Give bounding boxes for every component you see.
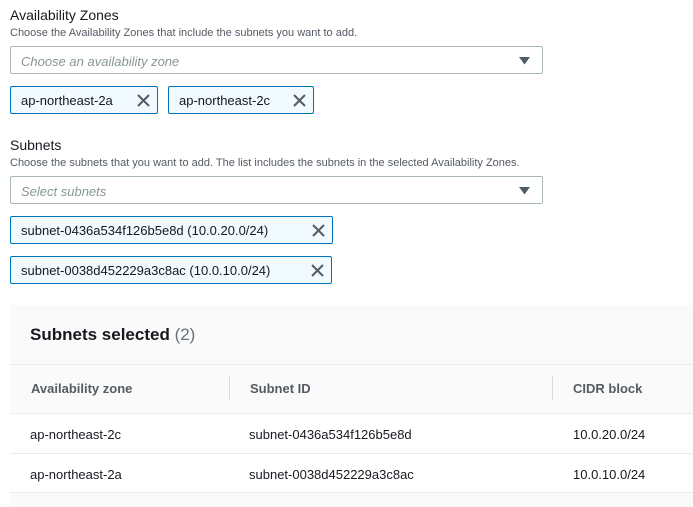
row-divider bbox=[10, 453, 693, 454]
subnets-placeholder: Select subnets bbox=[21, 184, 107, 199]
token-label: subnet-0038d452229a3c8ac (10.0.10.0/24) bbox=[21, 263, 271, 278]
subnets-select[interactable]: Select subnets bbox=[10, 176, 543, 204]
token-label: ap-northeast-2a bbox=[21, 93, 113, 108]
column-header-cidr-block[interactable]: CIDR block bbox=[573, 381, 642, 396]
token-label: subnet-0436a534f126b5e8d (10.0.20.0/24) bbox=[21, 223, 269, 238]
availability-zones-label: Availability Zones bbox=[10, 7, 119, 23]
cell-cidr-block: 10.0.10.0/24 bbox=[573, 467, 646, 482]
panel-count: (2) bbox=[174, 325, 196, 344]
subnets-selected-panel: Subnets selected (2) Availability zone S… bbox=[10, 305, 693, 507]
panel-title-text: Subnets selected bbox=[30, 325, 170, 344]
column-header-subnet-id[interactable]: Subnet ID bbox=[250, 381, 311, 396]
availability-zone-select[interactable]: Choose an availability zone bbox=[10, 46, 543, 74]
subnets-label: Subnets bbox=[10, 137, 62, 153]
availability-zone-placeholder: Choose an availability zone bbox=[21, 54, 180, 69]
column-separator bbox=[229, 376, 230, 400]
cell-availability-zone: ap-northeast-2c bbox=[30, 427, 122, 442]
row-divider bbox=[10, 413, 693, 414]
column-separator bbox=[552, 376, 553, 400]
close-icon[interactable] bbox=[312, 224, 325, 237]
token-az-ap-northeast-2a: ap-northeast-2a bbox=[10, 86, 158, 114]
caret-down-icon bbox=[519, 57, 530, 65]
cell-availability-zone: ap-northeast-2a bbox=[30, 467, 122, 482]
subnets-description: Choose the subnets that you want to add.… bbox=[10, 157, 520, 169]
cell-subnet-id: subnet-0038d452229a3c8ac bbox=[249, 467, 414, 482]
cell-cidr-block: 10.0.20.0/24 bbox=[573, 427, 646, 442]
panel-title: Subnets selected (2) bbox=[30, 325, 195, 345]
token-subnet-0038d452229a3c8ac: subnet-0038d452229a3c8ac (10.0.10.0/24) bbox=[10, 256, 332, 284]
close-icon[interactable] bbox=[137, 94, 150, 107]
divider bbox=[10, 364, 693, 365]
token-label: ap-northeast-2c bbox=[179, 93, 271, 108]
row-divider bbox=[10, 492, 693, 493]
table-row: ap-northeast-2a subnet-0038d452229a3c8ac… bbox=[10, 453, 693, 493]
close-icon[interactable] bbox=[293, 94, 306, 107]
column-header-availability-zone[interactable]: Availability zone bbox=[31, 381, 132, 396]
table-row: ap-northeast-2c subnet-0436a534f126b5e8d… bbox=[10, 413, 693, 453]
availability-zones-description: Choose the Availability Zones that inclu… bbox=[10, 27, 358, 39]
cell-subnet-id: subnet-0436a534f126b5e8d bbox=[249, 427, 412, 442]
caret-down-icon bbox=[519, 187, 530, 195]
token-subnet-0436a534f126b5e8d: subnet-0436a534f126b5e8d (10.0.20.0/24) bbox=[10, 216, 333, 244]
token-az-ap-northeast-2c: ap-northeast-2c bbox=[168, 86, 314, 114]
close-icon[interactable] bbox=[311, 264, 324, 277]
